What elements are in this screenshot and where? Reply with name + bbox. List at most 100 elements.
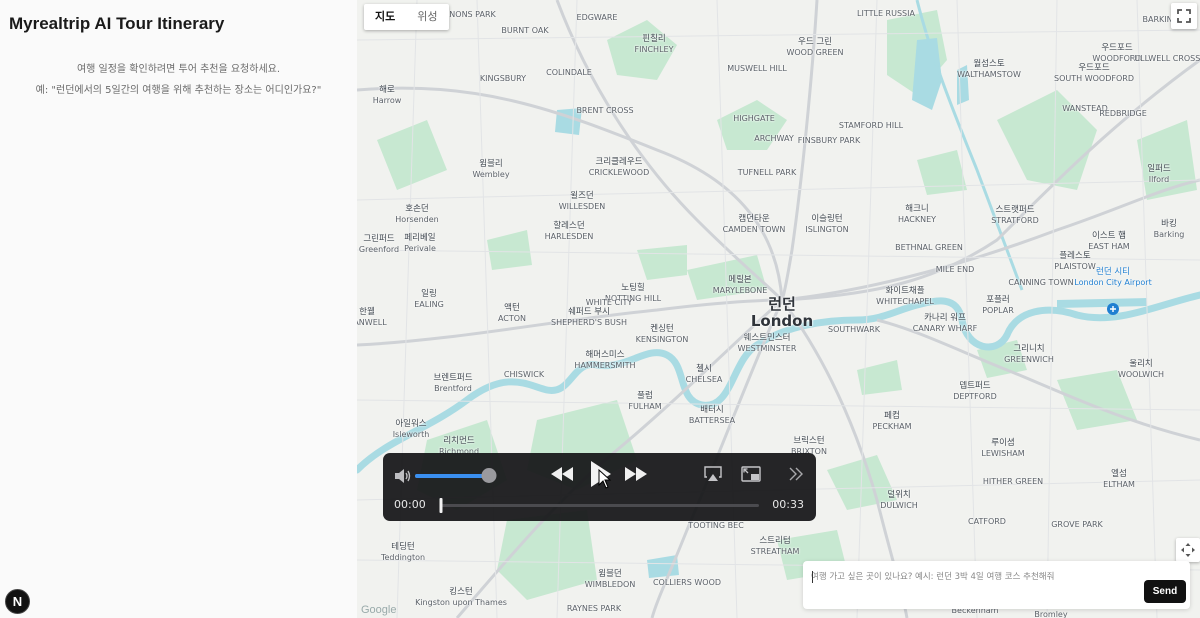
map-place-label-korean: 포플러 [986, 295, 1010, 305]
chat-input[interactable] [811, 569, 1141, 585]
map-place-label-korean: 페리베일 [404, 233, 436, 243]
map-place-label: 킹스턴 Kingston upon Thames [415, 587, 507, 607]
map-place-label-korean: 월섬스토 [973, 59, 1005, 69]
next-dev-badge[interactable]: N [5, 589, 30, 614]
map-place-label: FINSBURY PARK [798, 136, 860, 145]
map-place-label: EDGWARE [577, 13, 618, 22]
map-place-label: 루이셤 LEWISHAM [981, 438, 1025, 458]
map-place-label-english: GREENWICH [1004, 354, 1054, 364]
map-place-label-korean: 브릭스턴 [793, 436, 825, 446]
map-place-label-korean: 스트리텀 [759, 536, 791, 546]
map-place-label-english: REDBRIDGE [1099, 109, 1147, 118]
map-place-label: 쉐퍼드 부시 SHEPHERD'S BUSH [551, 307, 627, 327]
camera-control-button[interactable] [1176, 538, 1200, 562]
map-place-label-korean: 브렌트퍼드 [433, 373, 473, 383]
map-place-label-english: BRENT CROSS [576, 106, 634, 115]
picture-in-picture-icon [741, 466, 761, 482]
map-place-label-english: TOOTING BEC [688, 521, 744, 530]
more-options-button[interactable] [786, 464, 806, 484]
seek-bar-thumb[interactable] [439, 498, 443, 513]
map-place-label-korean: 해머스미스 [585, 350, 625, 360]
map-place-label-korean: 호손던 [405, 204, 429, 214]
map-place-label-korean: 메릴본 [728, 275, 752, 285]
map-place-label-english: BURNT OAK [501, 26, 549, 35]
map-place-label: 풀럼 FULHAM [628, 391, 661, 411]
map-place-label-english: MARYLEBONE [712, 285, 768, 295]
map-place-label: 켄싱턴 KENSINGTON [636, 324, 689, 344]
map-place-label: CHISWICK [504, 370, 544, 379]
map-place-label: BRENT CROSS [576, 106, 633, 115]
map-place-label-korean: 크리클레우드 [595, 157, 643, 167]
map-place-label: 우드 그린 WOOD GREEN [786, 37, 843, 57]
seek-bar[interactable] [439, 498, 759, 513]
current-time: 00:00 [394, 498, 426, 511]
map-place-label: TOOTING BEC [688, 521, 744, 530]
map-place-label: HIGHGATE [733, 114, 775, 123]
map-place-label-english: LEWISHAM [981, 448, 1025, 458]
example-text: 예: "런던에서의 5일간의 여행을 위해 추천하는 장소는 어디인가요?" [35, 85, 322, 96]
sidebar-panel: Myrealtrip AI Tour Itinerary 여행 일정을 확인하려… [0, 0, 357, 618]
volume-slider[interactable] [415, 468, 496, 483]
app-title: Myrealtrip AI Tour Itinerary [9, 14, 225, 33]
map-place-label: 크리클레우드 CRICKLEWOOD [589, 157, 650, 177]
map-place-label: 일퍼드 Ilford [1147, 164, 1171, 184]
camera-control-icon [1181, 543, 1195, 557]
map-place-label: TUFNELL PARK [738, 168, 796, 177]
map-place-label-english: SOUTHWARK [828, 325, 880, 334]
map-place-label: 우드포드 SOUTH WOODFORD [1054, 63, 1134, 83]
map-place-label: 카나리 워프 CANARY WHARF [913, 313, 978, 333]
map-place-label-english: EAST HAM [1088, 241, 1130, 251]
map-place-label-english: ACTON [497, 313, 527, 323]
map-place-label-english: CANNING TOWN [1008, 278, 1074, 287]
airplay-button[interactable] [703, 464, 723, 484]
map-place-label-english: ARCHWAY [754, 134, 794, 143]
fast-forward-button[interactable] [623, 463, 649, 485]
map-place-label: MILE END [936, 265, 975, 274]
text-caret [812, 571, 813, 583]
map-place-label-korean: 일퍼드 [1147, 164, 1171, 174]
volume-slider-thumb[interactable] [481, 468, 496, 483]
map-place-label-english: FULLWELL CROSS [1129, 54, 1200, 63]
map-place-label: BURNT OAK [501, 26, 548, 35]
map-view[interactable]: CANONS PARK BURNT OAK EDGWARE KINGSBURY COLI… [357, 0, 1200, 618]
mouse-cursor-icon [598, 469, 612, 489]
map-place-label: CATFORD [968, 517, 1006, 526]
map-type-roadmap[interactable]: 지도 [364, 4, 406, 30]
map-place-label: 월섬스토 WALTHAMSTOW [957, 59, 1021, 79]
chat-input-box: Send [803, 561, 1190, 609]
map-place-label-korean: 할레스던 [553, 221, 585, 231]
map-place-label: 일링 EALING [414, 289, 444, 309]
volume-icon[interactable] [393, 466, 413, 486]
map-place-label-korean: 런던 시티 [1096, 267, 1130, 277]
rewind-button[interactable] [549, 463, 575, 485]
map-place-label-english: HAMMERSMITH [574, 360, 636, 370]
map-place-label-korean: 노팅힐 [621, 283, 645, 293]
map-type-satellite[interactable]: 위성 [406, 4, 448, 30]
map-place-label: HITHER GREEN [983, 477, 1043, 486]
picture-in-picture-button[interactable] [740, 464, 762, 484]
map-place-label: COLINDALE [546, 68, 592, 77]
map-place-label: 캠던타운 CAMDEN TOWN [723, 214, 786, 234]
map-place-label: BETHNAL GREEN [895, 243, 963, 252]
send-button[interactable]: Send [1144, 580, 1186, 603]
map-place-label-korean: 우드포드 [1101, 43, 1133, 53]
map-place-label: KINGSBURY [480, 74, 526, 83]
fullscreen-button[interactable] [1171, 3, 1197, 29]
map-place-label-korean: 쉐퍼드 부시 [568, 307, 610, 317]
map-place-label-english: London [750, 312, 814, 331]
map-place-label: FULLWELL CROSS [1130, 54, 1200, 63]
map-place-label: LITTLE RUSSIA [857, 9, 915, 18]
map-place-label-english: Ilford [1148, 174, 1170, 184]
map-place-label-korean: 풀럼 [637, 391, 653, 401]
map-place-label-korean: 윌즈던 [570, 191, 594, 201]
map-place-label: 할레스던 HARLESDEN [545, 221, 594, 241]
map-place-label: 이슬링턴 ISLINGTON [805, 214, 848, 234]
map-place-label-korean: 리치먼드 [443, 436, 475, 446]
map-place-label: SOUTHWARK [828, 325, 880, 334]
map-place-label-english: GROVE PARK [1051, 520, 1103, 529]
map-place-label-korean: 그린퍼드 [363, 234, 395, 244]
map-place-label-english: FINCHLEY [634, 44, 674, 54]
map-place-label: ARCHWAY [754, 134, 793, 143]
map-place-label-korean: 아일워스 [395, 419, 427, 429]
map-place-label-korean: 킹스턴 [449, 587, 473, 597]
